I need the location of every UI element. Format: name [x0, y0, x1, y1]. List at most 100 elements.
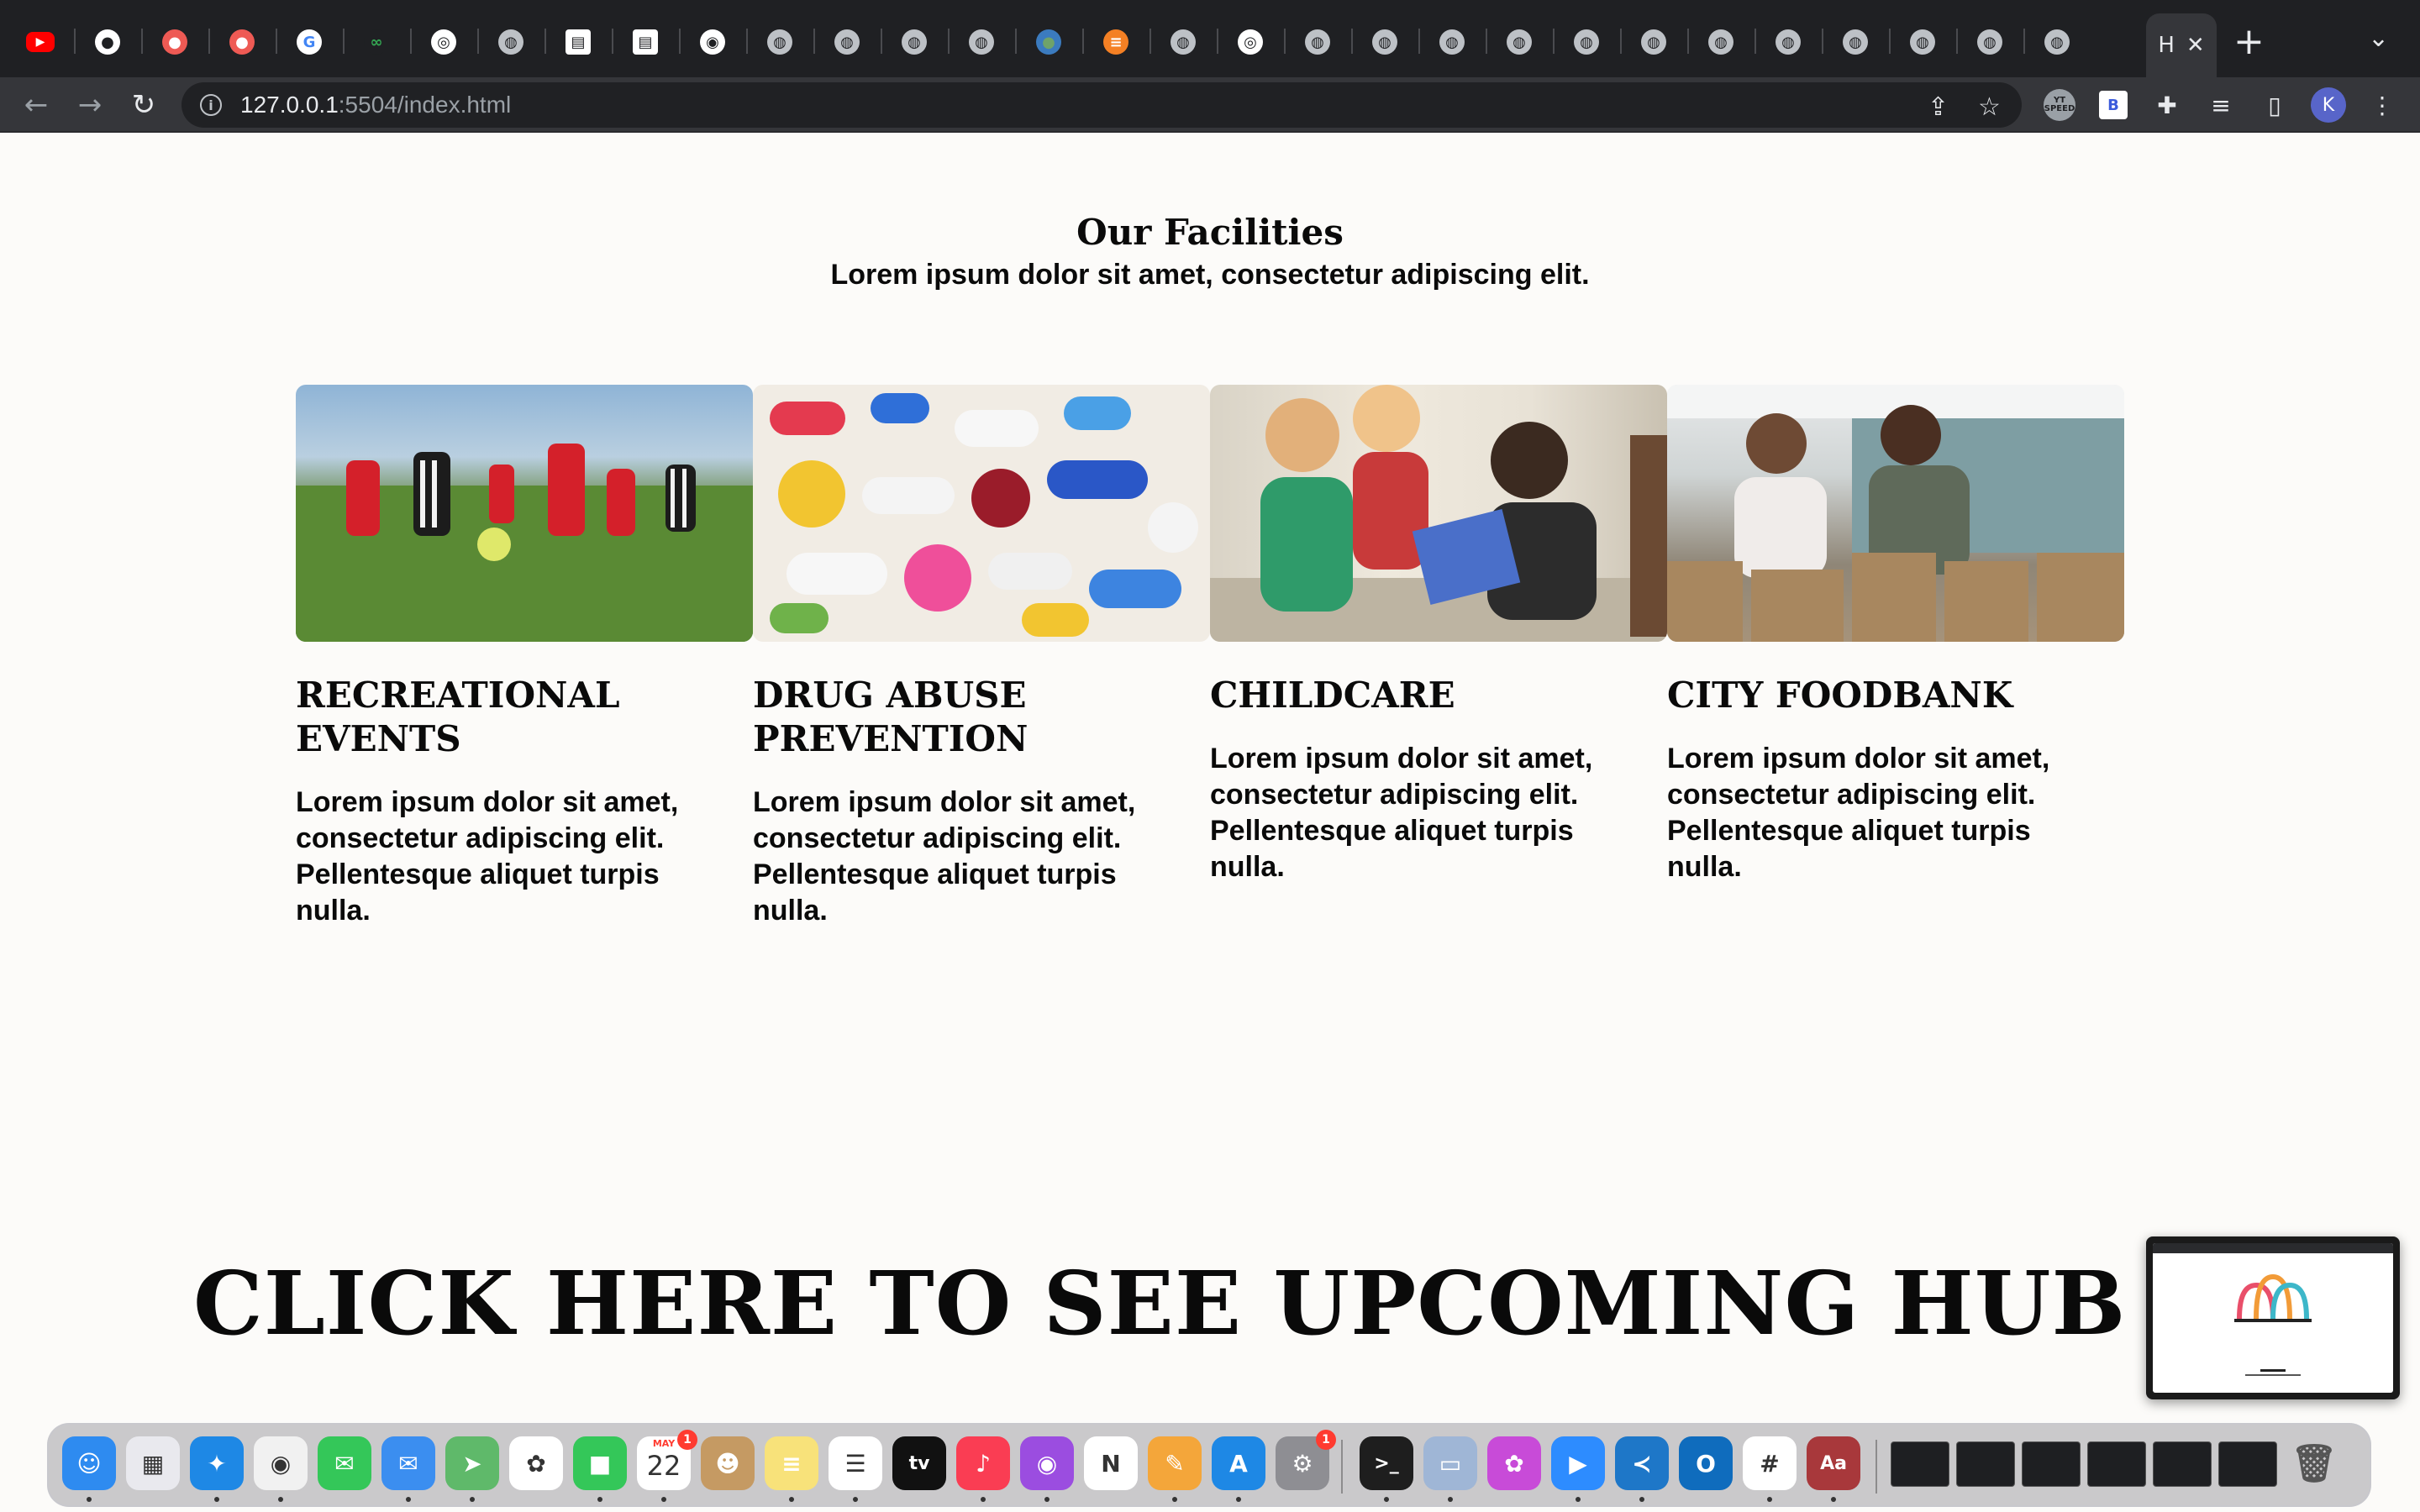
card-body: Lorem ipsum dolor sit amet, consectetur …: [753, 786, 1136, 927]
card-body: Lorem ipsum dolor sit amet, consectetur …: [1667, 743, 2050, 883]
chrome-icon[interactable]: ◉: [254, 1436, 308, 1490]
card-body: Lorem ipsum dolor sit amet, consectetur …: [1210, 743, 1593, 883]
tab-active[interactable]: H ✕: [2146, 13, 2217, 77]
browser-tab[interactable]: ▤: [618, 15, 672, 69]
browser-tab[interactable]: ▶: [13, 15, 67, 69]
photos-icon[interactable]: ✿: [509, 1436, 563, 1490]
trash-icon[interactable]: 🗑: [2287, 1436, 2341, 1490]
browser-tab[interactable]: ●: [81, 15, 134, 69]
section-subtitle: Lorem ipsum dolor sit amet, consectetur …: [830, 259, 1590, 291]
minimized-window[interactable]: [2153, 1441, 2212, 1487]
share-icon[interactable]: ⇪: [1928, 92, 1949, 122]
notes-icon[interactable]: ≡: [765, 1436, 818, 1490]
reload-icon[interactable]: ↻: [124, 86, 163, 124]
back-arrow-icon[interactable]: ←: [17, 86, 55, 124]
globe-icon: ◍: [1910, 29, 1935, 55]
browser-tab[interactable]: ◍: [1291, 15, 1344, 69]
launchpad-icon[interactable]: ▦: [126, 1436, 180, 1490]
app-store-icon[interactable]: A: [1212, 1436, 1265, 1490]
browser-tab[interactable]: ●: [148, 15, 202, 69]
forward-arrow-icon[interactable]: →: [71, 86, 109, 124]
browser-tab[interactable]: ◍: [2030, 15, 2084, 69]
contacts-icon[interactable]: ☻: [701, 1436, 755, 1490]
safari-icon[interactable]: ✦: [190, 1436, 244, 1490]
vscode-icon[interactable]: ≺: [1615, 1436, 1669, 1490]
dictionary-icon[interactable]: Aa: [1807, 1436, 1860, 1490]
browser-tab[interactable]: ●: [1022, 15, 1076, 69]
puzzle-extensions-icon[interactable]: ✚: [2149, 87, 2185, 123]
podcasts-icon[interactable]: ◉: [1020, 1436, 1074, 1490]
foodbank-volunteers-image: [1667, 385, 2124, 642]
close-tab-icon[interactable]: ✕: [2186, 33, 2205, 58]
terminal-icon[interactable]: >_: [1360, 1436, 1413, 1490]
upcoming-events-link[interactable]: CLICK HERE TO SEE UPCOMING HUB EVENTS: [193, 1252, 2395, 1355]
minimized-window[interactable]: [1891, 1441, 1949, 1487]
browser-tab[interactable]: ◍: [484, 15, 538, 69]
browser-tab[interactable]: ≡: [1089, 15, 1143, 69]
browser-tab[interactable]: ◍: [1828, 15, 1882, 69]
github-icon: ●: [95, 29, 120, 55]
browser-tab[interactable]: ◍: [1627, 15, 1681, 69]
messages-icon[interactable]: ✉: [318, 1436, 371, 1490]
new-tab-button[interactable]: +: [2233, 22, 2265, 62]
browser-tab[interactable]: ◎: [417, 15, 471, 69]
browser-tab[interactable]: ◍: [820, 15, 874, 69]
running-indicator: [278, 1497, 283, 1502]
mail-icon[interactable]: ✉: [381, 1436, 435, 1490]
browser-tab[interactable]: ●: [215, 15, 269, 69]
browser-tab[interactable]: ◍: [1761, 15, 1815, 69]
tab-separator: [612, 29, 613, 54]
browser-tab[interactable]: ◍: [955, 15, 1008, 69]
url-text[interactable]: 127.0.0.1:5504/index.html: [240, 92, 511, 118]
browser-tab[interactable]: ◍: [1560, 15, 1613, 69]
browser-tab[interactable]: ◍: [1492, 15, 1546, 69]
browser-tab[interactable]: ∞: [350, 15, 403, 69]
music-icon[interactable]: ♪: [956, 1436, 1010, 1490]
browser-tab[interactable]: ◍: [1896, 15, 1949, 69]
browser-tab[interactable]: ◍: [1425, 15, 1479, 69]
pages-icon[interactable]: ✎: [1148, 1436, 1202, 1490]
address-bar[interactable]: i 127.0.0.1:5504/index.html ⇪ ☆: [182, 82, 2022, 128]
screenshot-thumbnail[interactable]: [2146, 1236, 2400, 1399]
browser-tab[interactable]: ◍: [1358, 15, 1412, 69]
news-icon[interactable]: N: [1084, 1436, 1138, 1490]
card-title: DRUG ABUSE PREVENTION: [753, 675, 1028, 759]
site-info-icon[interactable]: i: [200, 94, 222, 116]
browser-tab[interactable]: ◎: [1223, 15, 1277, 69]
reading-list-icon[interactable]: ≡: [2203, 87, 2238, 123]
reminders-icon[interactable]: ☰: [829, 1436, 882, 1490]
browser-tab[interactable]: G: [282, 15, 336, 69]
facetime-icon[interactable]: ■: [573, 1436, 627, 1490]
browser-tab[interactable]: ◍: [753, 15, 807, 69]
profile-avatar[interactable]: K: [2311, 87, 2346, 123]
running-indicator: [789, 1497, 794, 1502]
finder-icon[interactable]: ☺: [62, 1436, 116, 1490]
browser-tab[interactable]: ▤: [551, 15, 605, 69]
minimized-window[interactable]: [2087, 1441, 2146, 1487]
browser-tab[interactable]: ◉: [686, 15, 739, 69]
minimized-window[interactable]: [1956, 1441, 2015, 1487]
minimized-window[interactable]: [2218, 1441, 2277, 1487]
side-panel-icon[interactable]: ▯: [2257, 87, 2292, 123]
card-title: CHILDCARE: [1210, 675, 1455, 716]
flower-app-icon[interactable]: ✿: [1487, 1436, 1541, 1490]
b-extension-icon[interactable]: B: [2096, 87, 2131, 123]
apple-tv-icon[interactable]: tv: [892, 1436, 946, 1490]
tab-search-chevron-icon[interactable]: ⌄: [2368, 24, 2389, 53]
yt-speed-extension-icon[interactable]: YT SPEED: [2042, 87, 2077, 123]
minimized-window[interactable]: [2022, 1441, 2081, 1487]
outlook-icon[interactable]: O: [1679, 1436, 1733, 1490]
system-preferences-icon[interactable]: ⚙ 1: [1276, 1430, 1336, 1490]
browser-tab[interactable]: ◍: [1156, 15, 1210, 69]
zoom-icon[interactable]: ▶: [1551, 1436, 1605, 1490]
calendar-icon[interactable]: MAY 22 1: [637, 1430, 697, 1490]
openai-icon: ◎: [1238, 29, 1263, 55]
browser-tab[interactable]: ◍: [1694, 15, 1748, 69]
browser-tab[interactable]: ◍: [887, 15, 941, 69]
browser-tab[interactable]: ◍: [1963, 15, 2017, 69]
slack-icon[interactable]: #: [1743, 1436, 1797, 1490]
preview-icon[interactable]: ▭: [1423, 1436, 1477, 1490]
maps-icon[interactable]: ➤: [445, 1436, 499, 1490]
kebab-menu-icon[interactable]: ⋮: [2365, 87, 2400, 123]
bookmark-star-icon[interactable]: ☆: [1978, 92, 2001, 122]
